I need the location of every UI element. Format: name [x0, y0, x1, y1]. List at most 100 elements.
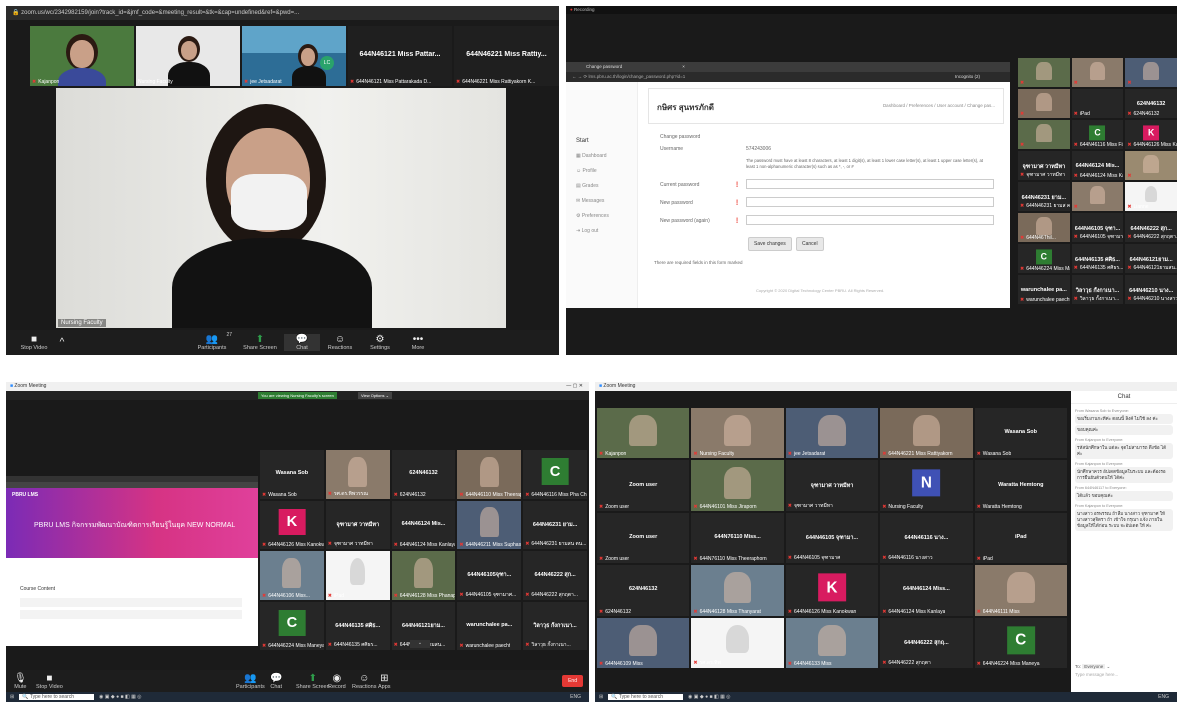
participant-tile[interactable]: Wasana Sob ✖ Wasana Sob: [260, 450, 324, 499]
participant-tile[interactable]: ✖: [1018, 89, 1070, 118]
participant-tile[interactable]: ✖644N46128 Miss Phanaporn...: [391, 551, 456, 600]
participant-tile[interactable]: ✖ รศ.ดร.ทิพวรรณ: [325, 450, 390, 499]
participant-tile[interactable]: 624N46132 ✖ 624N46132: [391, 450, 456, 499]
participant-tile[interactable]: 644N46231 ยาม... ✖ 644N46231 ยามสน ตน...: [523, 500, 587, 549]
participant-tile[interactable]: N ✖ Nursing Faculty: [880, 460, 973, 511]
more-button[interactable]: ••• More: [400, 334, 436, 351]
participant-tile[interactable]: C ✖644N46116 Miss Fis...: [1071, 120, 1124, 149]
chat-button[interactable]: 💬 Chat: [270, 673, 282, 690]
video-options-button[interactable]: ^: [54, 337, 70, 348]
windows-start-icon[interactable]: ⊞: [599, 694, 603, 700]
participant-tile[interactable]: วิลาวุธ กั้งกาเนา... ✖ วิลาวุธ กั้งกาเนา..…: [523, 601, 587, 650]
participant-tile[interactable]: จุฑามาศ วาทมีทา ✖ จุฑามาศ วาทมีทา: [785, 460, 879, 511]
share-screen-button[interactable]: ⬆ Share Screen: [236, 334, 284, 351]
video-tile-rattiy[interactable]: 644N46221 Miss Rattiy... ✖ 644N46221 Miss…: [454, 26, 559, 86]
participant-tile[interactable]: จุฑามาศ วาทมีทา ✖ จุฑามาศ วาทมีทา: [325, 500, 390, 549]
video-tile-nursing-faculty[interactable]: Nursing Faculty: [136, 26, 240, 86]
participant-tile[interactable]: K ✖ 644N46126 Miss Kanokwan: [785, 565, 879, 616]
taskbar-app-icons[interactable]: ◉ ▣ ◆ ● ■ ◧ ▦ ◎: [99, 694, 142, 700]
participant-tile[interactable]: 644N46116 นาง... ✖ 644N46116 นางสาว: [880, 512, 973, 564]
new-password-again-input[interactable]: [746, 215, 994, 225]
participant-tile[interactable]: ✖ Kajanpon: [597, 408, 690, 459]
sidebar-item-messages[interactable]: ✉ Messages: [576, 198, 637, 204]
participant-tile[interactable]: 644N46222 สุก... ✖ 644N46222 สุกฤตา...: [1125, 213, 1177, 242]
participant-tile[interactable]: ✖: [1125, 151, 1177, 180]
participant-tile[interactable]: จุฑามาศ วาทมีทา ✖ จุฑามาศ วาทมีทา: [1018, 151, 1070, 180]
participant-tile[interactable]: 644N46135 ศศิธ... ✖ 644N46135 ศศิธร...: [325, 601, 390, 650]
sidebar-item-grades[interactable]: ▤ Grades: [576, 183, 637, 189]
participant-tile[interactable]: ✖ 644N46133 Miss: [785, 617, 879, 668]
participant-tile[interactable]: C ✖644N46224 Miss Ma...: [1018, 244, 1070, 273]
window-controls[interactable]: — ▢ ✕: [566, 382, 583, 391]
cancel-button[interactable]: Cancel: [796, 237, 824, 251]
sidebar-item-preferences[interactable]: ⚙ Preferences: [576, 213, 637, 219]
current-password-input[interactable]: [746, 179, 994, 189]
taskbar-app-icons[interactable]: ◉ ▣ ◆ ● ■ ◧ ▦ ◎: [688, 694, 731, 700]
participant-tile[interactable]: ✖ 644N46128 Miss Thanyarat: [691, 565, 784, 616]
browser-tab[interactable]: Change password ×: [566, 62, 1010, 72]
participant-tile[interactable]: C ✖ 644N46224 Miss Maneya: [974, 617, 1067, 668]
scroll-down-icon[interactable]: ⌄: [410, 640, 430, 648]
participant-tile[interactable]: 644N46121ยาม...✖644N46121ยามสน...: [1125, 244, 1177, 273]
participant-tile[interactable]: 644N46231 ยาม...✖644N46231 ยามส คณ...: [1018, 182, 1070, 211]
end-meeting-button[interactable]: End: [562, 675, 583, 687]
participant-tile[interactable]: Zoom user ✖ Zoom user: [597, 460, 690, 511]
participant-tile[interactable]: 644N76110 Miss... ✖ 644N76110 Miss Theerap…: [691, 512, 784, 564]
participant-tile[interactable]: warunchalee pa... ✖ warunchalee paecht: [1018, 275, 1070, 304]
participant-tile[interactable]: ✖: [1018, 58, 1070, 87]
participant-tile[interactable]: 644N46222 สุก... ✖ 644N46222 สุกฤตา...: [523, 551, 587, 600]
participant-tile[interactable]: ✖ Lianne: [1125, 182, 1177, 211]
close-tab-icon[interactable]: ×: [682, 64, 685, 69]
new-password-input[interactable]: [746, 197, 994, 207]
participant-tile[interactable]: warunchalee pa... ✖ warunchalee paecht: [457, 601, 522, 650]
share-screen-button[interactable]: ⬆ Share Screen: [296, 673, 330, 690]
view-options-button[interactable]: View Options ⌄: [358, 392, 392, 399]
chat-message-input[interactable]: Type message here...: [1075, 672, 1173, 680]
participant-tile[interactable]: ✖ 644N46101 Miss Jiraporn: [691, 460, 784, 511]
browser-url-bar[interactable]: 🔒 zoom.us/wc/2342982159/join?track_id=&j…: [6, 6, 559, 20]
participant-tile[interactable]: ✖ 644N46109 Miss: [597, 617, 690, 668]
participant-tile[interactable]: 644N46105 จุฑา...✖644N46105 จุฑามาศ...: [1071, 213, 1124, 242]
participant-tile[interactable]: Zoom user ✖ Zoom user: [597, 512, 690, 564]
participant-tile[interactable]: 624N46132 ✖ 624N46132: [597, 565, 690, 616]
taskbar-search-input[interactable]: 🔍 Type here to search: [19, 694, 95, 700]
participant-tile[interactable]: ✖ iPad: [325, 551, 390, 600]
record-button[interactable]: ◉ Record: [328, 673, 346, 690]
participant-tile[interactable]: 644N46222 สุกฤ... ✖ 644N46222 สุกฤตา: [880, 617, 973, 668]
participant-tile[interactable]: 644N46135 ศศิธ... ✖ 644N46135 ศศิธร...: [1071, 244, 1124, 273]
participant-tile[interactable]: ✖: [1125, 58, 1177, 87]
participant-tile[interactable]: ✖: [1071, 58, 1124, 87]
participant-tile[interactable]: ✖644N46110 Miss Theeraphorn...: [457, 450, 522, 499]
participant-tile[interactable]: ✖ 644N46106 Miss...: [260, 551, 324, 600]
participant-tile[interactable]: ✖ Nursing Faculty: [691, 408, 784, 459]
participant-tile[interactable]: 644N46105 จุฑามา... ✖ 644N46105 จุฑามาศ: [785, 512, 879, 564]
participant-tile[interactable]: Wasana Sob ✖ Wasana Sob: [974, 408, 1067, 459]
participant-tile[interactable]: 644N46124 Mis... ✖ 644N46124 Miss Kanlaya.…: [391, 500, 456, 549]
stop-video-button[interactable]: ■ Stop Video: [36, 673, 63, 690]
participants-button[interactable]: 👥 Participants: [236, 673, 265, 690]
participant-tile[interactable]: C ✖ 644N46116 Miss Pha Ch...: [523, 450, 587, 499]
chat-button[interactable]: 💬 Chat: [284, 334, 320, 351]
participant-tile[interactable]: ✖ 644N46221 Miss Rattiyakorn: [880, 408, 973, 459]
participant-tile[interactable]: วิลาวุธ กั้งกาเนา... ✖ วิลาวุธ กั้งกาเนา..…: [1071, 275, 1124, 304]
participant-tile[interactable]: ✖ iPad: [1071, 89, 1124, 118]
course-section-row[interactable]: [20, 610, 242, 619]
participant-tile[interactable]: ✖ รศ.ดร.ทิพ: [691, 617, 784, 668]
address-bar[interactable]: ← → ⟳ lms.pbru.ac.th/login/change_passwo…: [566, 72, 1010, 82]
sidebar-item-logout[interactable]: ⇥ Log out: [576, 228, 637, 234]
reactions-button[interactable]: ☺ Reactions: [352, 673, 376, 690]
sidebar-item-profile[interactable]: ☺ Profile: [576, 168, 637, 174]
settings-button[interactable]: ⚙ Settings: [360, 334, 400, 351]
participants-button[interactable]: 👥 Participants 27: [188, 332, 236, 351]
chat-recipient[interactable]: To: Everyone ⌄: [1075, 664, 1110, 670]
participant-tile[interactable]: ✖: [1018, 120, 1070, 149]
reactions-button[interactable]: ☺ Reactions: [320, 334, 360, 351]
participant-tile[interactable]: K ✖644N46126 Miss Kat...: [1125, 120, 1177, 149]
taskbar-search-input[interactable]: 🔍 Type here to search: [608, 694, 684, 700]
video-tile-kajanpon[interactable]: ✖ Kajanpon: [30, 26, 134, 86]
participant-tile[interactable]: ✖644N46211 Miss Suphasinee...: [457, 500, 522, 549]
participant-tile[interactable]: 644N46124 Miss... ✖ 644N46124 Miss Kanlaya: [880, 565, 973, 616]
participant-tile[interactable]: ✖: [1071, 182, 1124, 211]
participant-tile[interactable]: 644N46210 นาง...✖644N46210 นางสาว...: [1125, 275, 1177, 304]
breadcrumb[interactable]: Dashboard / Preferences / User account /…: [883, 103, 995, 108]
